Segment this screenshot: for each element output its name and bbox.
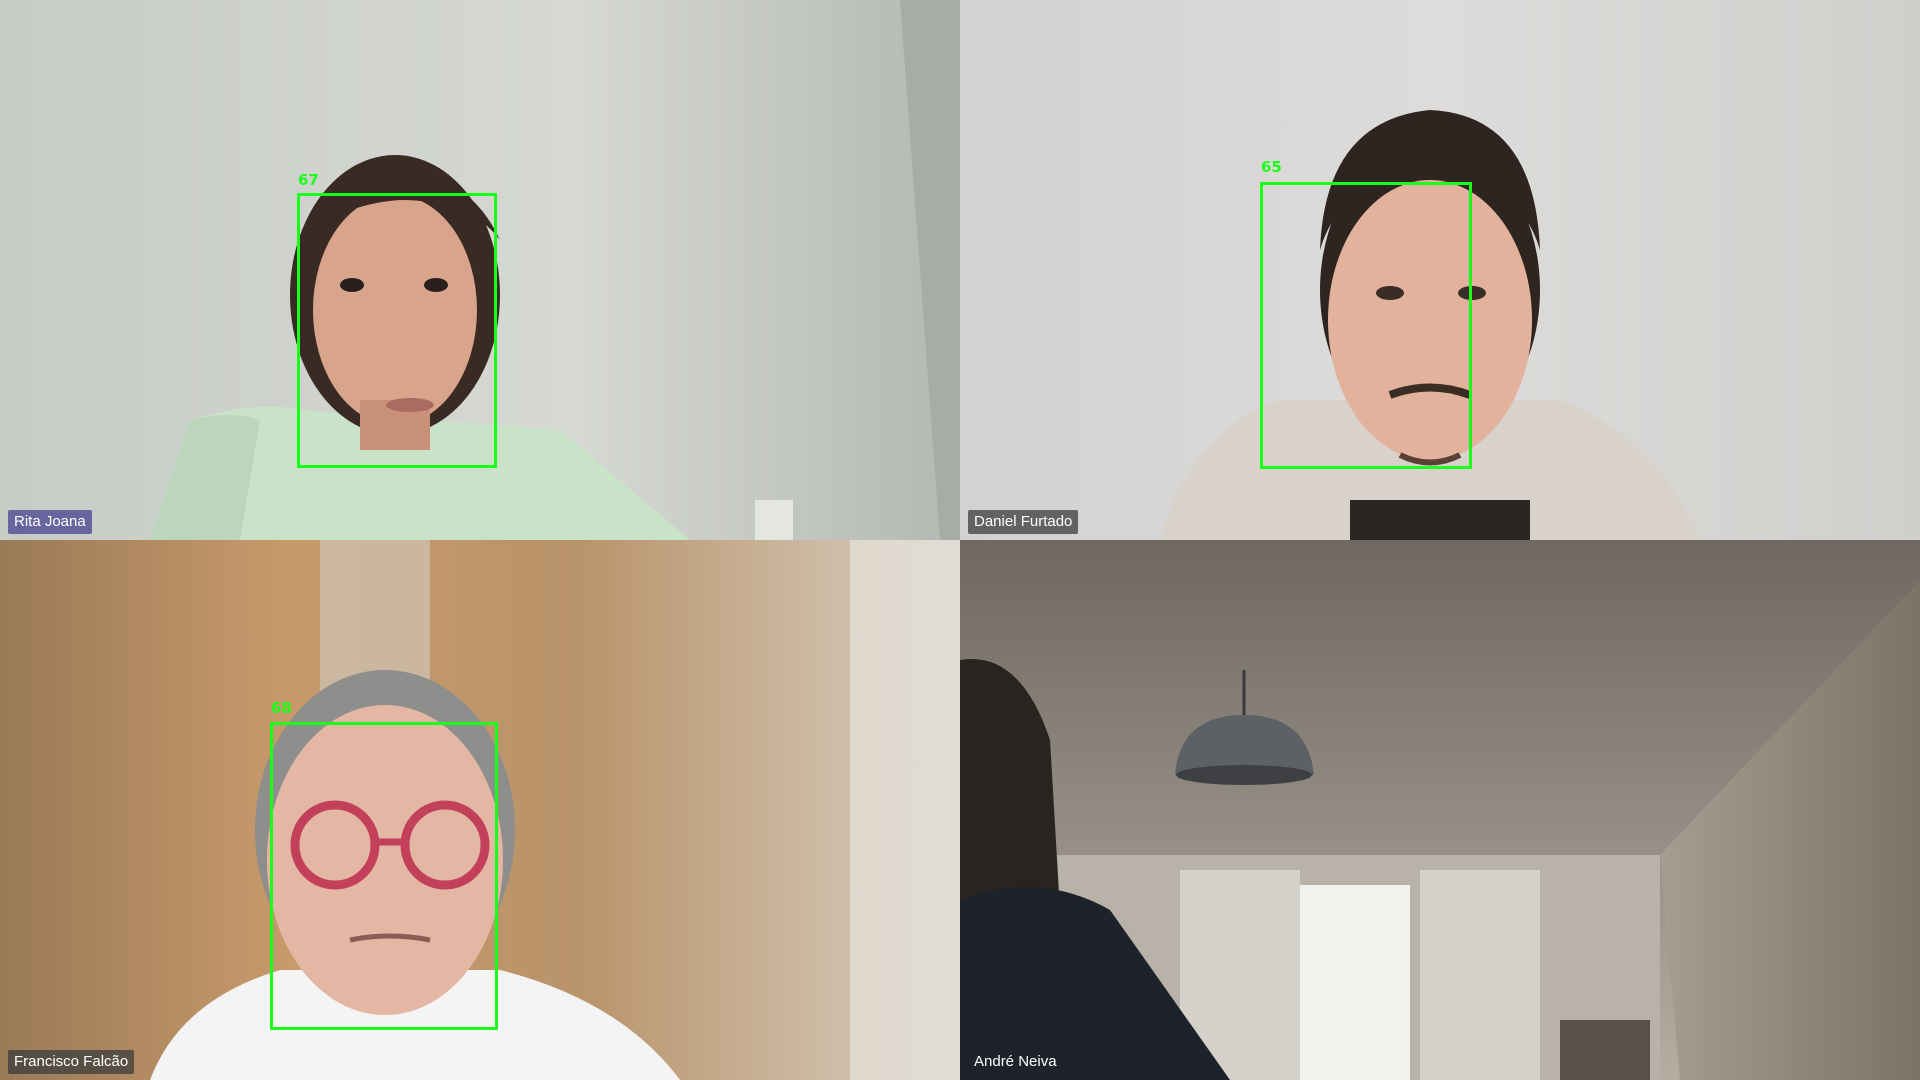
video-feed-andre-neiva (960, 540, 1920, 1080)
video-tile-rita-joana[interactable]: 67 Rita Joana (0, 0, 960, 540)
face-detection-score: 68 (271, 699, 292, 717)
face-detection-box (297, 193, 497, 468)
face-detection-box (1260, 182, 1472, 469)
face-detection-box (270, 722, 498, 1030)
video-tile-daniel-furtado[interactable]: 65 Daniel Furtado (960, 0, 1920, 540)
participant-name-tag: Francisco Falcão (8, 1050, 135, 1074)
participant-name-tag: Daniel Furtado (968, 510, 1079, 534)
participant-name-tag: Rita Joana (8, 510, 92, 534)
face-detection-score: 67 (298, 171, 319, 189)
video-tile-francisco-falcao[interactable]: 68 Francisco Falcão (0, 540, 960, 1080)
participant-name-tag: André Neiva (974, 1053, 1057, 1070)
video-tile-andre-neiva[interactable]: André Neiva (960, 540, 1920, 1080)
video-grid: 67 Rita Joana 65 Daniel Furtado 68 Franc… (0, 0, 1920, 1080)
face-detection-score: 65 (1261, 158, 1282, 176)
